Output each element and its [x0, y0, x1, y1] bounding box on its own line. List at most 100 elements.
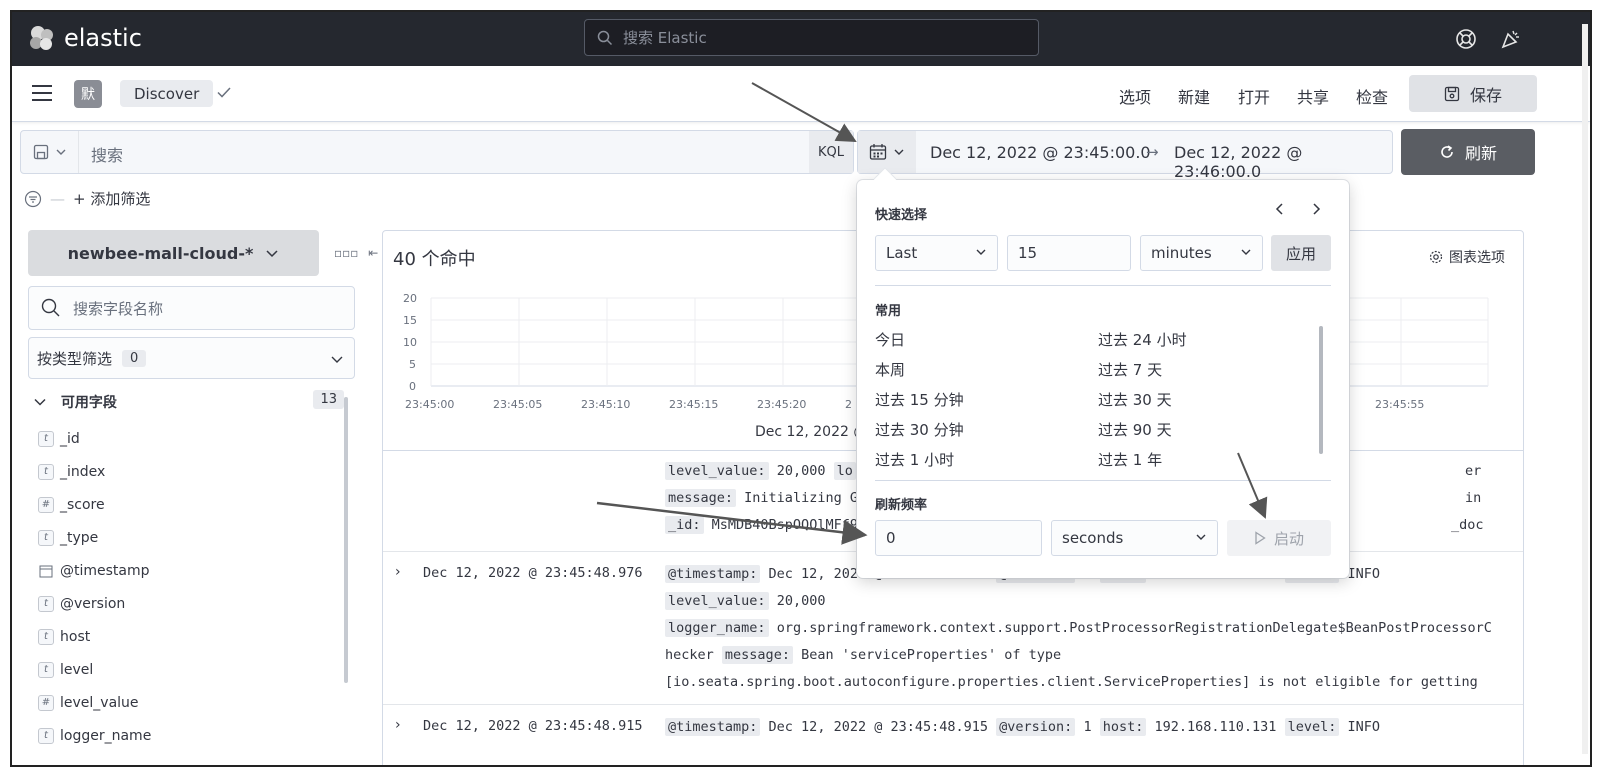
quick-unit-value: minutes: [1151, 244, 1212, 262]
field-item[interactable]: t _type: [38, 521, 151, 554]
nav-options[interactable]: 选项: [1119, 84, 1151, 108]
chart-date-label: Dec 12, 2022 @: [755, 424, 868, 440]
field-item[interactable]: t _index: [38, 455, 151, 488]
filter-divider: —: [50, 189, 65, 208]
string-type-icon: t: [38, 529, 54, 546]
quick-unit-select[interactable]: minutes: [1140, 235, 1263, 271]
index-pattern-selector[interactable]: newbee-mall-cloud-*: [28, 230, 319, 276]
add-filter-link[interactable]: + 添加筛选: [73, 188, 150, 209]
app-frame: elastic 搜索 Elastic 默 Discover 选项 新建 打开 共…: [10, 10, 1592, 767]
y-tick: 0: [409, 380, 416, 393]
start-refresh-button[interactable]: 启动: [1227, 520, 1331, 556]
quick-menu-button[interactable]: [858, 131, 916, 173]
doc-field-fragment: in: [1465, 490, 1482, 506]
type-filter-button[interactable]: 按类型筛选 0: [28, 337, 355, 379]
collapse-sidebar-icon[interactable]: ⇤: [368, 246, 378, 260]
chart-options-button[interactable]: 图表选项: [1429, 247, 1505, 267]
space-avatar[interactable]: 默: [74, 80, 102, 108]
filter-options-icon[interactable]: [24, 190, 42, 208]
y-tick: 15: [403, 314, 417, 327]
refresh-button[interactable]: 刷新: [1401, 129, 1535, 175]
newsfeed-icon[interactable]: [1500, 28, 1522, 50]
string-type-icon: t: [38, 430, 54, 447]
more-options-icon[interactable]: ▫▫▫: [334, 246, 358, 260]
common-range-item[interactable]: 过去 7 天: [1098, 359, 1162, 380]
doc-field-line: _id: MsMDB40BspOQOlMFf9: [665, 516, 858, 534]
page-scrollbar[interactable]: [1582, 24, 1588, 754]
nav-new[interactable]: 新建: [1178, 84, 1210, 108]
field-item[interactable]: t level: [38, 653, 151, 686]
field-name: level_value: [60, 694, 139, 711]
type-filter-count: 0: [122, 349, 147, 367]
global-search-input[interactable]: 搜索 Elastic: [584, 19, 1039, 56]
refresh-unit-select[interactable]: seconds: [1051, 520, 1218, 556]
refresh-interval-title: 刷新频率: [875, 498, 928, 513]
date-picker: Dec 12, 2022 @ 23:45:00.0 → Dec 12, 2022…: [857, 130, 1393, 181]
field-item[interactable]: @timestamp: [38, 554, 151, 587]
calendar-icon: [869, 144, 887, 160]
field-name: _index: [60, 463, 106, 480]
field-name: _type: [60, 529, 99, 546]
menu-toggle-icon[interactable]: [32, 85, 52, 101]
sidebar-scrollbar[interactable]: [344, 397, 348, 683]
search-icon: [41, 298, 60, 317]
common-range-item[interactable]: 过去 1 年: [1098, 449, 1162, 470]
string-type-icon: t: [38, 661, 54, 678]
field-item[interactable]: t host: [38, 620, 151, 653]
nav-share[interactable]: 共享: [1297, 84, 1329, 108]
common-range-item[interactable]: 过去 1 小时: [875, 449, 954, 470]
field-item[interactable]: t @version: [38, 587, 151, 620]
common-scrollbar[interactable]: [1319, 326, 1323, 454]
row-timestamp: Dec 12, 2022 @ 23:45:48.915: [423, 718, 643, 734]
quick-select-popover: 快速选择 Last 15 minutes 应用 常用 今日 本周 过去 15 分…: [857, 168, 1349, 578]
available-fields-header[interactable]: 可用字段 13: [34, 390, 344, 412]
expand-row-icon[interactable]: ›: [395, 564, 401, 580]
type-filter-label: 按类型筛选: [37, 349, 113, 368]
chevron-down-icon: [266, 250, 278, 258]
saved-query-button[interactable]: [21, 131, 79, 173]
field-item[interactable]: # level_value: [38, 686, 151, 719]
nav-open[interactable]: 打开: [1238, 84, 1270, 108]
common-range-item[interactable]: 过去 90 天: [1098, 419, 1172, 440]
date-type-icon: [38, 563, 54, 579]
common-range-item[interactable]: 过去 30 天: [1098, 389, 1172, 410]
field-name: level: [60, 661, 94, 678]
number-type-icon: #: [38, 496, 54, 513]
apply-button[interactable]: 应用: [1271, 235, 1331, 271]
kql-toggle-button[interactable]: KQL: [809, 131, 853, 173]
date-start[interactable]: Dec 12, 2022 @ 23:45:00.0: [930, 143, 1151, 162]
common-range-item[interactable]: 本周: [875, 359, 905, 380]
elastic-logo[interactable]: elastic: [28, 24, 142, 52]
chevron-right-icon[interactable]: [1309, 202, 1323, 216]
date-end[interactable]: Dec 12, 2022 @ 23:46:00.0: [1174, 143, 1392, 181]
help-icon[interactable]: [1455, 28, 1477, 50]
string-type-icon: t: [38, 595, 54, 612]
field-item[interactable]: # _score: [38, 488, 151, 521]
field-name: host: [60, 628, 91, 645]
chevron-down-icon: [34, 398, 46, 406]
doc-field-line: level_value: 20,000 lo: [665, 462, 856, 480]
field-item[interactable]: t logger_name: [38, 719, 151, 752]
refresh-interval-value: 0: [886, 529, 896, 547]
breadcrumb-discover[interactable]: Discover: [120, 80, 214, 107]
y-tick: 10: [403, 336, 417, 349]
quick-tense-select[interactable]: Last: [875, 235, 998, 271]
divider: [875, 480, 1331, 481]
query-input[interactable]: 搜索: [91, 142, 123, 166]
field-name: @timestamp: [60, 562, 150, 579]
common-range-item[interactable]: 过去 15 分钟: [875, 389, 964, 410]
field-list: t _id t _index # _score t _type @timestamp t…: [38, 422, 151, 752]
common-range-item[interactable]: 过去 30 分钟: [875, 419, 964, 440]
quick-value-input[interactable]: 15: [1007, 235, 1131, 271]
nav-inspect[interactable]: 检查: [1356, 84, 1388, 108]
save-button[interactable]: 保存: [1409, 75, 1537, 112]
chevron-down-icon: [331, 356, 343, 363]
sidebar-actions: ▫▫▫ ⇤: [334, 246, 378, 260]
field-item[interactable]: t _id: [38, 422, 151, 455]
expand-row-icon[interactable]: ›: [395, 717, 401, 733]
refresh-interval-input[interactable]: 0: [875, 520, 1042, 556]
chevron-left-icon[interactable]: [1273, 202, 1287, 216]
field-search-input[interactable]: 搜索字段名称: [28, 286, 355, 330]
common-range-item[interactable]: 今日: [875, 329, 905, 350]
common-range-item[interactable]: 过去 24 小时: [1098, 329, 1187, 350]
